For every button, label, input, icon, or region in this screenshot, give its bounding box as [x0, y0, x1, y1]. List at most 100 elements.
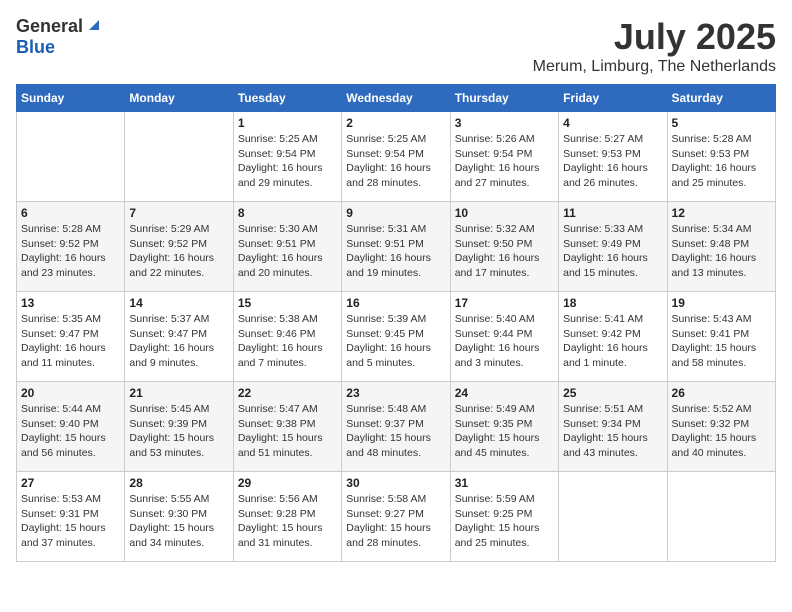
day-info: Sunrise: 5:41 AM Sunset: 9:42 PM Dayligh… — [563, 312, 662, 371]
day-number: 23 — [346, 386, 445, 400]
day-info: Sunrise: 5:39 AM Sunset: 9:45 PM Dayligh… — [346, 312, 445, 371]
day-number: 20 — [21, 386, 120, 400]
day-number: 31 — [455, 476, 554, 490]
day-cell: 8 Sunrise: 5:30 AM Sunset: 9:51 PM Daylig… — [233, 202, 341, 292]
day-info: Sunrise: 5:48 AM Sunset: 9:37 PM Dayligh… — [346, 402, 445, 461]
day-info: Sunrise: 5:49 AM Sunset: 9:35 PM Dayligh… — [455, 402, 554, 461]
month-title: July 2025 — [533, 16, 776, 58]
day-info: Sunrise: 5:44 AM Sunset: 9:40 PM Dayligh… — [21, 402, 120, 461]
day-info: Sunrise: 5:25 AM Sunset: 9:54 PM Dayligh… — [346, 132, 445, 191]
header-day-tuesday: Tuesday — [233, 85, 341, 112]
day-number: 17 — [455, 296, 554, 310]
day-info: Sunrise: 5:27 AM Sunset: 9:53 PM Dayligh… — [563, 132, 662, 191]
day-number: 24 — [455, 386, 554, 400]
day-number: 13 — [21, 296, 120, 310]
day-info: Sunrise: 5:29 AM Sunset: 9:52 PM Dayligh… — [129, 222, 228, 281]
day-cell: 18 Sunrise: 5:41 AM Sunset: 9:42 PM Dayli… — [559, 292, 667, 382]
week-row-4: 20 Sunrise: 5:44 AM Sunset: 9:40 PM Dayli… — [17, 382, 776, 472]
day-number: 9 — [346, 206, 445, 220]
day-cell: 10 Sunrise: 5:32 AM Sunset: 9:50 PM Dayli… — [450, 202, 558, 292]
header-day-wednesday: Wednesday — [342, 85, 450, 112]
day-number: 22 — [238, 386, 337, 400]
day-number: 16 — [346, 296, 445, 310]
day-cell: 12 Sunrise: 5:34 AM Sunset: 9:48 PM Dayli… — [667, 202, 775, 292]
day-info: Sunrise: 5:34 AM Sunset: 9:48 PM Dayligh… — [672, 222, 771, 281]
day-number: 19 — [672, 296, 771, 310]
day-number: 7 — [129, 206, 228, 220]
logo: General Blue — [16, 16, 103, 58]
day-cell: 9 Sunrise: 5:31 AM Sunset: 9:51 PM Daylig… — [342, 202, 450, 292]
day-number: 12 — [672, 206, 771, 220]
day-info: Sunrise: 5:26 AM Sunset: 9:54 PM Dayligh… — [455, 132, 554, 191]
day-number: 10 — [455, 206, 554, 220]
day-cell: 4 Sunrise: 5:27 AM Sunset: 9:53 PM Daylig… — [559, 112, 667, 202]
week-row-3: 13 Sunrise: 5:35 AM Sunset: 9:47 PM Dayli… — [17, 292, 776, 382]
day-cell: 6 Sunrise: 5:28 AM Sunset: 9:52 PM Daylig… — [17, 202, 125, 292]
day-info: Sunrise: 5:52 AM Sunset: 9:32 PM Dayligh… — [672, 402, 771, 461]
day-cell: 24 Sunrise: 5:49 AM Sunset: 9:35 PM Dayli… — [450, 382, 558, 472]
day-cell: 15 Sunrise: 5:38 AM Sunset: 9:46 PM Dayli… — [233, 292, 341, 382]
day-info: Sunrise: 5:35 AM Sunset: 9:47 PM Dayligh… — [21, 312, 120, 371]
day-cell: 14Sunrise: 5:37 AM Sunset: 9:47 PM Dayli… — [125, 292, 233, 382]
day-cell: 11 Sunrise: 5:33 AM Sunset: 9:49 PM Dayli… — [559, 202, 667, 292]
day-number: 8 — [238, 206, 337, 220]
day-number: 15 — [238, 296, 337, 310]
header-day-saturday: Saturday — [667, 85, 775, 112]
day-cell: 23 Sunrise: 5:48 AM Sunset: 9:37 PM Dayli… — [342, 382, 450, 472]
day-info: Sunrise: 5:25 AM Sunset: 9:54 PM Dayligh… — [238, 132, 337, 191]
logo-blue-text: Blue — [16, 37, 55, 58]
day-number: 30 — [346, 476, 445, 490]
day-number: 2 — [346, 116, 445, 130]
day-number: 29 — [238, 476, 337, 490]
location-title: Merum, Limburg, The Netherlands — [533, 58, 776, 76]
day-cell: 30 Sunrise: 5:58 AM Sunset: 9:27 PM Dayli… — [342, 472, 450, 562]
day-cell — [559, 472, 667, 562]
day-cell: 13 Sunrise: 5:35 AM Sunset: 9:47 PM Dayli… — [17, 292, 125, 382]
day-number: 5 — [672, 116, 771, 130]
week-row-2: 6 Sunrise: 5:28 AM Sunset: 9:52 PM Daylig… — [17, 202, 776, 292]
header-row: SundayMondayTuesdayWednesdayThursdayFrid… — [17, 85, 776, 112]
day-info: Sunrise: 5:38 AM Sunset: 9:46 PM Dayligh… — [238, 312, 337, 371]
day-cell: 28 Sunrise: 5:55 AM Sunset: 9:30 PM Dayli… — [125, 472, 233, 562]
day-number: 18 — [563, 296, 662, 310]
title-section: July 2025 Merum, Limburg, The Netherland… — [533, 16, 776, 76]
day-number: 4 — [563, 116, 662, 130]
day-cell: 22 Sunrise: 5:47 AM Sunset: 9:38 PM Dayli… — [233, 382, 341, 472]
day-info: Sunrise: 5:32 AM Sunset: 9:50 PM Dayligh… — [455, 222, 554, 281]
header-day-monday: Monday — [125, 85, 233, 112]
day-number: 28 — [129, 476, 228, 490]
day-info: Sunrise: 5:37 AM Sunset: 9:47 PM Dayligh… — [129, 312, 228, 371]
day-cell: 31Sunrise: 5:59 AM Sunset: 9:25 PM Dayli… — [450, 472, 558, 562]
day-number: 6 — [21, 206, 120, 220]
week-row-5: 27Sunrise: 5:53 AM Sunset: 9:31 PM Dayli… — [17, 472, 776, 562]
header-day-thursday: Thursday — [450, 85, 558, 112]
day-cell: 17Sunrise: 5:40 AM Sunset: 9:44 PM Dayli… — [450, 292, 558, 382]
day-info: Sunrise: 5:30 AM Sunset: 9:51 PM Dayligh… — [238, 222, 337, 281]
day-info: Sunrise: 5:47 AM Sunset: 9:38 PM Dayligh… — [238, 402, 337, 461]
day-cell: 26 Sunrise: 5:52 AM Sunset: 9:32 PM Dayli… — [667, 382, 775, 472]
day-cell: 25 Sunrise: 5:51 AM Sunset: 9:34 PM Dayli… — [559, 382, 667, 472]
day-info: Sunrise: 5:31 AM Sunset: 9:51 PM Dayligh… — [346, 222, 445, 281]
day-cell: 16 Sunrise: 5:39 AM Sunset: 9:45 PM Dayli… — [342, 292, 450, 382]
day-cell — [125, 112, 233, 202]
day-info: Sunrise: 5:51 AM Sunset: 9:34 PM Dayligh… — [563, 402, 662, 461]
day-cell: 27Sunrise: 5:53 AM Sunset: 9:31 PM Dayli… — [17, 472, 125, 562]
day-cell: 7 Sunrise: 5:29 AM Sunset: 9:52 PM Daylig… — [125, 202, 233, 292]
day-cell: 1 Sunrise: 5:25 AM Sunset: 9:54 PM Daylig… — [233, 112, 341, 202]
day-info: Sunrise: 5:55 AM Sunset: 9:30 PM Dayligh… — [129, 492, 228, 551]
week-row-1: 1 Sunrise: 5:25 AM Sunset: 9:54 PM Daylig… — [17, 112, 776, 202]
day-number: 25 — [563, 386, 662, 400]
header-day-friday: Friday — [559, 85, 667, 112]
day-number: 1 — [238, 116, 337, 130]
day-info: Sunrise: 5:53 AM Sunset: 9:31 PM Dayligh… — [21, 492, 120, 551]
calendar-table: SundayMondayTuesdayWednesdayThursdayFrid… — [16, 84, 776, 562]
day-info: Sunrise: 5:28 AM Sunset: 9:52 PM Dayligh… — [21, 222, 120, 281]
day-info: Sunrise: 5:33 AM Sunset: 9:49 PM Dayligh… — [563, 222, 662, 281]
day-number: 11 — [563, 206, 662, 220]
day-info: Sunrise: 5:28 AM Sunset: 9:53 PM Dayligh… — [672, 132, 771, 191]
day-number: 3 — [455, 116, 554, 130]
day-info: Sunrise: 5:58 AM Sunset: 9:27 PM Dayligh… — [346, 492, 445, 551]
day-info: Sunrise: 5:43 AM Sunset: 9:41 PM Dayligh… — [672, 312, 771, 371]
day-number: 21 — [129, 386, 228, 400]
day-number: 26 — [672, 386, 771, 400]
